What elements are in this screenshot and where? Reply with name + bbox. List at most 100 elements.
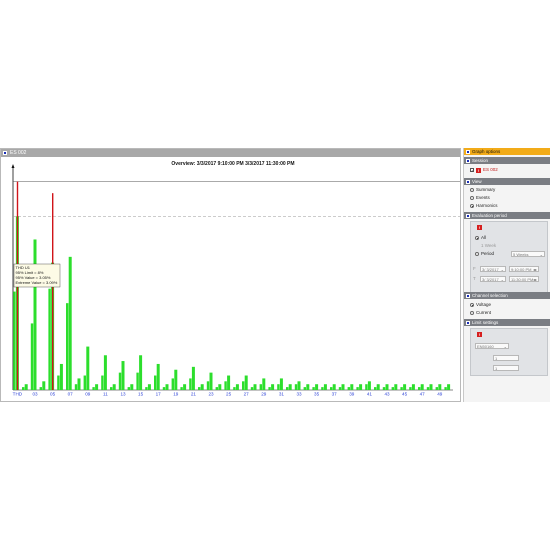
bar-95-25 (224, 381, 227, 390)
bar-95-40 (356, 387, 359, 390)
view-option-label: Events (476, 195, 490, 200)
x-tick-label: 29 (261, 392, 267, 397)
bar-95-24 (215, 387, 218, 390)
limit-settings-label: Limit settings (472, 320, 499, 325)
bar-extreme-09 (86, 346, 90, 390)
bar-extreme-13 (121, 361, 125, 390)
period-option-label: Period (481, 251, 495, 256)
from-date-field[interactable]: 3/ 3/2017 ⌄ (480, 266, 506, 272)
chart-title: Overview: 3/3/2017 9:10:00 PM 3/3/2017 1… (171, 161, 294, 167)
x-tick-label: 41 (367, 392, 373, 397)
to-date-field[interactable]: 3/ 3/2017 ⌄ (480, 276, 506, 282)
x-tick-label: 25 (226, 392, 232, 397)
bar-extreme-11 (103, 355, 107, 390)
to-time-field[interactable]: 11:30:00 PM ◂▸ (509, 276, 539, 282)
view-header[interactable]: View (464, 178, 550, 185)
window-icon (3, 151, 7, 155)
bar-95-42 (374, 387, 377, 390)
period-select[interactable]: 5 Weeks ⌄ (511, 251, 545, 257)
radio-button[interactable] (470, 311, 474, 315)
radio-button[interactable] (475, 252, 479, 256)
evaluation-icon: ! (477, 225, 482, 230)
view-option-label: Harmonics (476, 203, 498, 208)
session-icon: ! (476, 167, 481, 173)
bar-95-43 (382, 387, 386, 390)
bar-95-30 (268, 387, 271, 390)
session-checkbox[interactable]: ✓ (470, 168, 474, 173)
radio-button-selected[interactable] (470, 204, 474, 208)
session-header[interactable]: Session (464, 157, 550, 164)
x-tick-label: 11 (103, 392, 108, 397)
bar-extreme-30 (271, 384, 275, 390)
radio-button[interactable] (470, 188, 474, 192)
bar-95-21 (189, 378, 192, 390)
radio-button[interactable] (470, 196, 474, 200)
channel-selection-header[interactable]: Channel selection (464, 292, 550, 299)
bar-extreme-32 (288, 384, 292, 390)
bar-extreme-18 (165, 384, 169, 390)
x-tick-label: 47 (420, 392, 426, 397)
from-time-field[interactable]: 9:10:00 PM ◂▸ (509, 266, 539, 272)
bar-extreme-33 (297, 381, 301, 390)
session-label: Session (472, 158, 489, 163)
x-tick-label: 07 (68, 392, 74, 397)
harmonics-chart: Overview: 3/3/2017 9:10:00 PM 3/3/2017 1… (11, 161, 460, 397)
bar-extreme-37 (332, 384, 336, 390)
bar-95-18 (162, 387, 166, 390)
bar-95-35 (312, 387, 315, 390)
evaluation-period-header[interactable]: Evaluation period (464, 212, 550, 219)
x-tick-label: 23 (208, 392, 214, 397)
section-icon (466, 179, 470, 184)
x-tick-label: 49 (437, 392, 443, 397)
bar-95-49 (435, 387, 438, 390)
bar-95-34 (303, 387, 306, 390)
bar-extreme-35 (315, 384, 319, 390)
bar-95-27 (242, 381, 245, 390)
bar-extreme-16 (147, 384, 151, 390)
channel-option-label: Current (476, 310, 492, 315)
section-icon (466, 149, 470, 154)
bar-extreme-40 (359, 384, 363, 390)
bar-95-19 (171, 378, 174, 390)
bar-extreme-44 (394, 384, 398, 390)
limit-value-1[interactable]: 1 (493, 355, 519, 361)
x-tick-label: 13 (120, 392, 126, 397)
x-tick-label: 43 (384, 392, 390, 397)
radio-button-selected[interactable] (470, 303, 474, 307)
bar-95-23 (206, 381, 210, 390)
radio-button-selected[interactable] (475, 236, 479, 240)
bar-95-07 (66, 303, 69, 390)
y-axis-arrow (11, 164, 15, 168)
bar-extreme-25 (227, 375, 231, 390)
standard-select[interactable]: EN50160 ⌄ (475, 343, 509, 349)
bar-95-03 (30, 323, 34, 390)
bar-extreme-48 (429, 384, 433, 390)
bar-95-31 (277, 384, 280, 390)
bar-95-28 (250, 387, 254, 390)
session-item[interactable]: ✓ ! ES 002 (470, 167, 550, 173)
graph-options-header[interactable]: Graph options (464, 148, 550, 155)
bar-95-48 (426, 387, 430, 390)
bar-extreme-24 (218, 384, 222, 390)
view-label: View (472, 179, 482, 184)
chart-window-title: ES 002 (10, 150, 27, 156)
bar-extreme-02 (24, 384, 28, 390)
bar-extreme-23 (209, 372, 213, 390)
bar-95-26 (233, 387, 236, 390)
limit-settings-header[interactable]: Limit settings (464, 319, 550, 326)
section-icon (466, 320, 470, 325)
bar-extreme-07 (68, 256, 72, 390)
bar-extreme-49 (438, 384, 442, 390)
bar-95-04 (39, 387, 42, 390)
bar-95-14 (127, 387, 130, 390)
channel-selection-label: Channel selection (472, 293, 508, 298)
bar-extreme-46 (411, 384, 415, 390)
bar-extreme-26 (235, 384, 239, 390)
limit-value-2[interactable]: 1 (493, 365, 519, 371)
bar-95-36 (321, 387, 324, 390)
evaluation-period-label: Evaluation period (472, 213, 507, 218)
view-option-label: Summary (476, 187, 496, 192)
channel-option-label: Voltage (476, 302, 492, 307)
x-tick-label: 35 (314, 392, 320, 397)
x-tick-label: 39 (349, 392, 355, 397)
